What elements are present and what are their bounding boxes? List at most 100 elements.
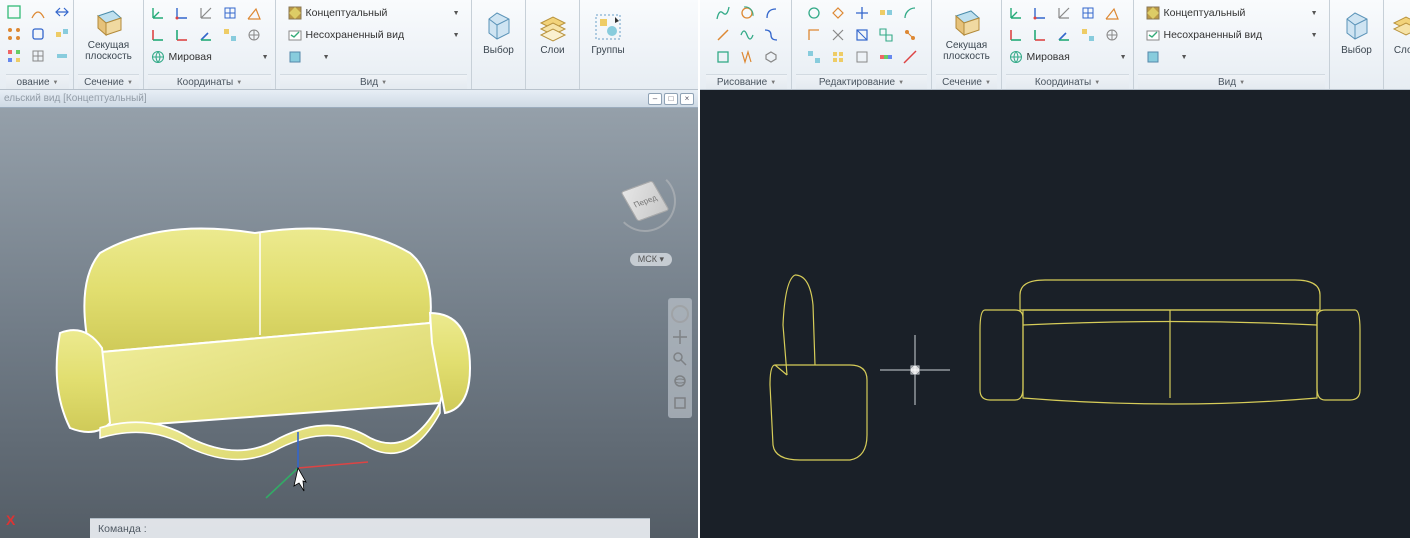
- section-plane-button[interactable]: Секущая плоскость: [81, 2, 137, 66]
- panel-title-label: Сечение: [942, 77, 982, 88]
- draw-tool-icon[interactable]: [3, 24, 25, 44]
- minimize-icon[interactable]: –: [648, 93, 662, 105]
- visual-style-label: Концептуальный: [1164, 7, 1246, 19]
- select-button[interactable]: Выбор: [471, 2, 527, 66]
- command-label: Команда :: [98, 523, 147, 535]
- edit-tool-icon[interactable]: [899, 25, 921, 45]
- crosshair-cursor-icon: [880, 335, 950, 405]
- edit-tool-icon[interactable]: [875, 47, 897, 67]
- ucs-tool-icon[interactable]: [1029, 25, 1051, 45]
- select-button[interactable]: Выбор: [1329, 2, 1385, 66]
- select-label: Выбор: [483, 45, 514, 57]
- draw-tool-icon[interactable]: [27, 2, 49, 22]
- edit-tool-icon[interactable]: [875, 3, 897, 23]
- draw-tool-icon[interactable]: [27, 24, 49, 44]
- visual-style-dropdown[interactable]: Концептуальный▼: [1142, 3, 1322, 23]
- ucs-tool-icon[interactable]: [1101, 3, 1123, 23]
- draw-tool-icon[interactable]: [3, 46, 25, 66]
- draw-tool-icon[interactable]: [51, 24, 73, 44]
- edit-tool-icon[interactable]: [803, 47, 825, 67]
- ucs-tool-icon[interactable]: [1029, 3, 1051, 23]
- draw-tool-icon[interactable]: [736, 47, 758, 67]
- edit-tool-icon[interactable]: [851, 3, 873, 23]
- edit-tool-icon[interactable]: [827, 25, 849, 45]
- viewport-3d[interactable]: Перед МСК ▾ X Команда :: [0, 108, 698, 538]
- draw-tool-icon[interactable]: [27, 46, 49, 66]
- layers-label: Слои: [540, 45, 564, 57]
- layers-button[interactable]: Слои: [525, 2, 581, 66]
- nav-tool-icon[interactable]: [672, 395, 688, 411]
- ucs-tool-icon[interactable]: [171, 25, 193, 45]
- edit-tool-icon[interactable]: [827, 47, 849, 67]
- ucs-tool-icon[interactable]: [1101, 25, 1123, 45]
- view-misc-dropdown[interactable]: ▼: [284, 47, 334, 67]
- ucs-tool-icon[interactable]: [1053, 3, 1075, 23]
- draw-tool-icon[interactable]: [712, 47, 734, 67]
- edit-tool-icon[interactable]: [827, 3, 849, 23]
- coord-system-toggle[interactable]: МСК ▾: [630, 253, 672, 266]
- ucs-tool-icon[interactable]: [147, 3, 169, 23]
- edit-tool-icon[interactable]: [899, 3, 921, 23]
- ucs-tool-icon[interactable]: [219, 3, 241, 23]
- select-label: Выбор: [1341, 45, 1372, 57]
- steering-wheel-icon[interactable]: [671, 305, 689, 323]
- draw-tool-icon[interactable]: [760, 47, 782, 67]
- ucs-tool-icon[interactable]: [1005, 25, 1027, 45]
- edit-tool-icon[interactable]: [803, 25, 825, 45]
- draw-tool-icon[interactable]: [51, 2, 73, 22]
- edit-tool-icon[interactable]: [899, 47, 921, 67]
- ucs-tool-icon[interactable]: [1053, 25, 1075, 45]
- named-view-label: Несохраненный вид: [306, 29, 405, 41]
- named-view-dropdown[interactable]: Несохраненный вид▼: [1142, 25, 1322, 45]
- draw-tool-icon[interactable]: [736, 3, 758, 23]
- draw-tool-icon[interactable]: [712, 25, 734, 45]
- view-misc-dropdown[interactable]: ▼: [1142, 47, 1192, 67]
- ucs-tool-icon[interactable]: [243, 3, 265, 23]
- maximize-icon[interactable]: □: [664, 93, 678, 105]
- edit-tool-icon[interactable]: [875, 25, 897, 45]
- command-line[interactable]: Команда :: [90, 518, 650, 538]
- panel-title-label: Вид: [360, 77, 378, 88]
- draw-tool-icon[interactable]: [51, 46, 73, 66]
- world-ucs-label: Мировая: [169, 51, 212, 63]
- named-view-dropdown[interactable]: Несохраненный вид▼: [284, 25, 464, 45]
- section-plane-button[interactable]: Секущая плоскость: [939, 2, 995, 66]
- groups-button[interactable]: Группы: [580, 2, 636, 66]
- world-ucs-dropdown[interactable]: Мировая ▼: [147, 47, 273, 67]
- section-plane-label: Секущая плоскость: [85, 40, 132, 63]
- draw-tool-icon[interactable]: [760, 25, 782, 45]
- ucs-tool-icon[interactable]: [195, 25, 217, 45]
- viewport-2d[interactable]: [700, 90, 1410, 538]
- ucs-tool-icon[interactable]: [219, 25, 241, 45]
- layers-button[interactable]: Слои: [1386, 2, 1410, 66]
- viewport-titlebar: ельский вид [Концептуальный] – □ ×: [0, 90, 698, 108]
- groups-label: Группы: [591, 45, 624, 57]
- draw-tool-icon[interactable]: [3, 2, 25, 22]
- ucs-tool-icon[interactable]: [171, 3, 193, 23]
- ucs-tool-icon[interactable]: [1077, 3, 1099, 23]
- navigation-bar[interactable]: [668, 298, 692, 418]
- pan-icon[interactable]: [672, 329, 688, 345]
- viewport-title-label: ельский вид [Концептуальный]: [4, 93, 147, 104]
- ribbon-left: ование▼ Секущая плоскость Сечение▼: [0, 0, 698, 90]
- ucs-tool-icon[interactable]: [1077, 25, 1099, 45]
- ucs-tool-icon[interactable]: [147, 25, 169, 45]
- viewcube[interactable]: Перед: [622, 178, 668, 224]
- panel-title-label: Редактирование: [819, 77, 895, 88]
- ucs-tool-icon[interactable]: [243, 25, 265, 45]
- panel-title-label: Сечение: [84, 77, 124, 88]
- edit-tool-icon[interactable]: [851, 25, 873, 45]
- edit-tool-icon[interactable]: [803, 3, 825, 23]
- ucs-tool-icon[interactable]: [195, 3, 217, 23]
- draw-tool-icon[interactable]: [736, 25, 758, 45]
- draw-tool-icon[interactable]: [712, 3, 734, 23]
- edit-tool-icon[interactable]: [851, 47, 873, 67]
- draw-tool-icon[interactable]: [760, 3, 782, 23]
- zoom-icon[interactable]: [672, 351, 688, 367]
- visual-style-dropdown[interactable]: Концептуальный▼: [284, 3, 464, 23]
- world-ucs-dropdown[interactable]: Мировая▼: [1005, 47, 1131, 67]
- ucs-tool-icon[interactable]: [1005, 3, 1027, 23]
- panel-title-label: Координаты: [177, 77, 233, 88]
- close-icon[interactable]: ×: [680, 93, 694, 105]
- orbit-icon[interactable]: [672, 373, 688, 389]
